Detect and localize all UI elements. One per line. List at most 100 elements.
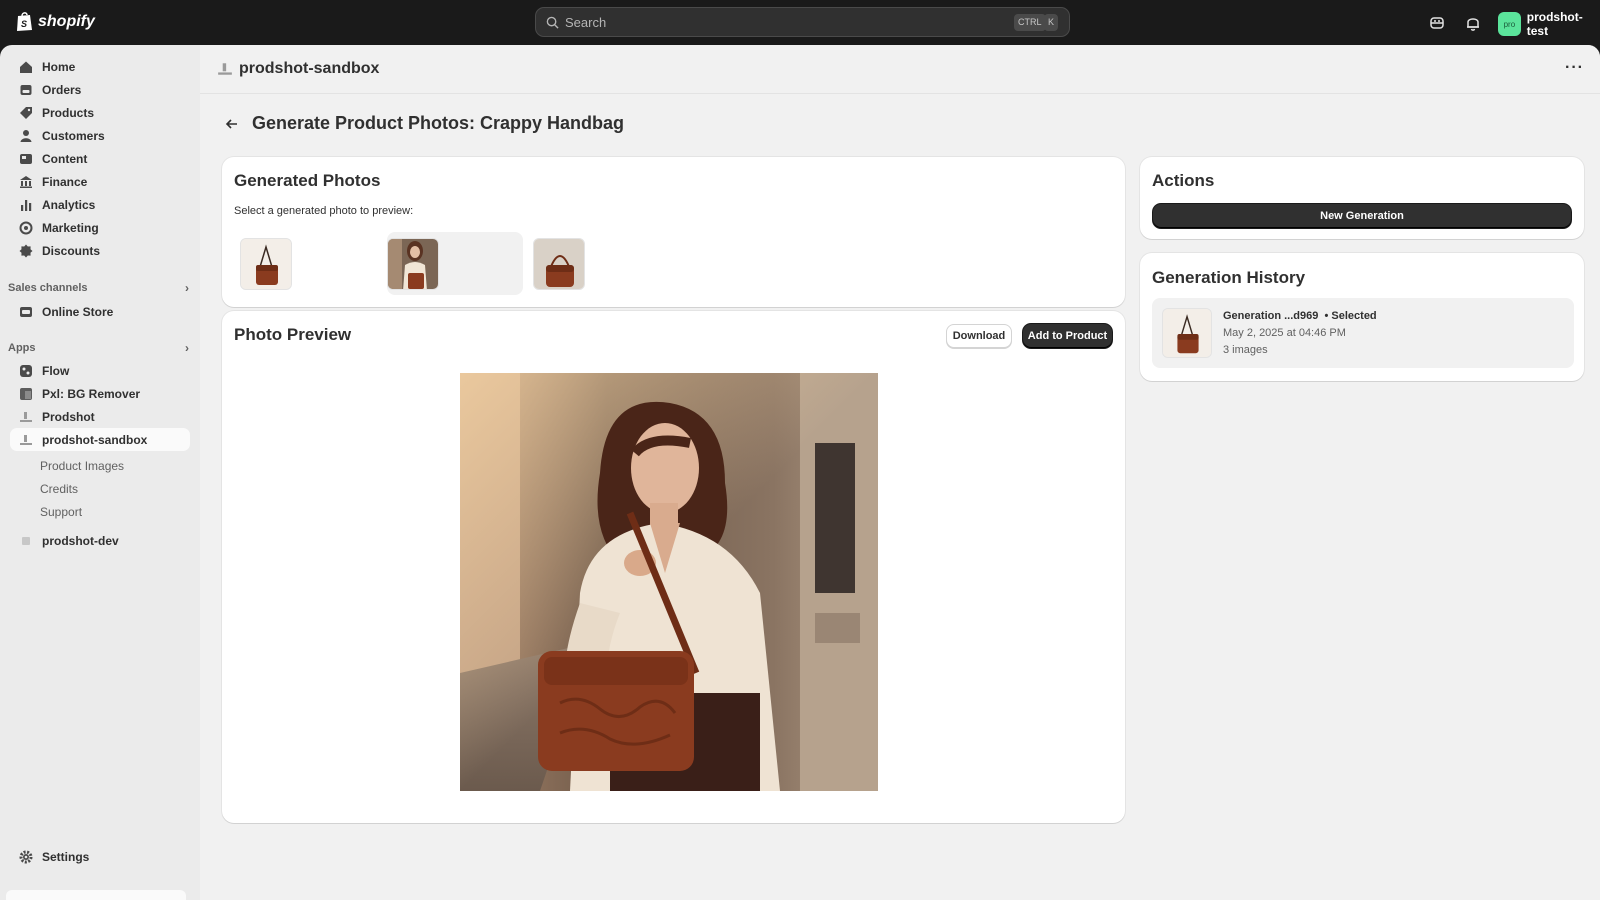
main-content: prodshot-sandbox ··· Generate Product Ph… — [200, 45, 1600, 900]
top-bar: S shopify Search CTRL K pro prodshot-tes… — [0, 0, 1600, 45]
history-entry-name: Generation ...d969 — [1223, 310, 1319, 322]
account-name: prodshot-test — [1526, 10, 1583, 38]
gear-icon — [19, 850, 33, 863]
target-icon — [19, 221, 33, 234]
orders-icon — [20, 84, 32, 95]
sidebar-item-orders[interactable]: Orders — [10, 78, 190, 101]
sidebar-item-content[interactable]: Content — [10, 147, 190, 170]
sidekick-icon[interactable] — [1427, 13, 1447, 33]
prodshot-icon — [20, 411, 32, 422]
sidebar-item-analytics[interactable]: Analytics — [10, 193, 190, 216]
sales-channels-label: Sales channels — [8, 282, 88, 294]
sidebar-item-products[interactable]: Products — [10, 101, 190, 124]
search-input[interactable]: Search CTRL K — [535, 7, 1070, 37]
sidebar-item-settings[interactable]: Settings — [10, 845, 190, 868]
sidebar-item-discounts[interactable]: Discounts — [10, 239, 190, 262]
sidebar-item-pxl-bg-remover[interactable]: Pxl: BG Remover — [10, 382, 190, 405]
history-entry-status: • Selected — [1324, 310, 1377, 322]
sidebar-item-label: Settings — [42, 849, 90, 864]
sidebar-item-customers[interactable]: Customers — [10, 124, 190, 147]
sidebar-item-label: Customers — [42, 128, 105, 143]
sidebar-subitem-product-images[interactable]: Product Images — [40, 459, 124, 473]
sidebar-item-label: Online Store — [42, 304, 114, 319]
actions-title: Actions — [1152, 171, 1215, 190]
sidebar-item-label: Home — [42, 59, 76, 74]
shortcut-ctrl: CTRL — [1014, 14, 1046, 31]
history-entry[interactable]: Generation ...d969 • Selected May 2, 202… — [1152, 298, 1574, 368]
avatar: pro — [1498, 12, 1521, 36]
sidebar-item-label: Orders — [42, 82, 82, 97]
photo-preview-title: Photo Preview — [234, 325, 352, 344]
prodshot-dev-icon — [22, 536, 30, 545]
sidebar: Home Orders Products Customers Content F… — [0, 45, 200, 900]
sidebar-item-label: Analytics — [42, 197, 96, 212]
sidebar-item-label: Flow — [42, 363, 70, 378]
sidebar-item-label: Products — [42, 105, 95, 120]
generation-history-card: Generation History Generation ...d969 • … — [1140, 253, 1584, 381]
add-to-product-button[interactable]: Add to Product — [1023, 324, 1112, 348]
tag-icon — [20, 106, 32, 119]
photo-preview-card: Photo Preview Download Add to Product — [222, 311, 1125, 823]
svg-text:S: S — [21, 19, 27, 29]
apps-label: Apps — [8, 342, 36, 354]
sidebar-item-marketing[interactable]: Marketing — [10, 216, 190, 239]
chevron-right-icon: › — [185, 341, 189, 355]
sidebar-item-prodshot-dev[interactable]: prodshot-dev — [10, 529, 190, 552]
actions-card: Actions New Generation — [1140, 157, 1584, 239]
home-icon — [20, 61, 32, 73]
bell-icon[interactable] — [1463, 13, 1483, 33]
history-entry-thumb — [1162, 308, 1212, 358]
search-placeholder: Search — [565, 14, 607, 30]
sidebar-item-label: prodshot-sandbox — [42, 432, 148, 447]
back-arrow-icon[interactable] — [222, 114, 242, 134]
sidebar-footer-card — [6, 890, 186, 900]
history-entry-title: Generation ...d969 • Selected — [1223, 310, 1377, 322]
sidebar-item-label: Discounts — [42, 243, 101, 258]
app-title-text: prodshot-sandbox — [239, 60, 380, 77]
generated-photos-instruction: Select a generated photo to preview: — [234, 205, 414, 217]
prodshot-sandbox-icon — [20, 434, 32, 445]
sidebar-subitem-support[interactable]: Support — [40, 505, 82, 519]
brand-name: shopify — [38, 12, 95, 30]
search-icon — [546, 16, 559, 29]
sidebar-item-online-store[interactable]: Online Store — [10, 300, 190, 323]
sidebar-subitem-credits[interactable]: Credits — [40, 482, 78, 496]
generation-history-title: Generation History — [1152, 268, 1306, 287]
generated-photo-thumb-3[interactable] — [533, 238, 585, 290]
sidebar-item-finance[interactable]: Finance — [10, 170, 190, 193]
apps-header[interactable]: Apps › — [8, 341, 189, 355]
person-icon — [20, 129, 32, 142]
store-icon — [20, 306, 32, 317]
sidebar-item-label: Pxl: BG Remover — [42, 386, 141, 401]
shopify-logo[interactable]: S shopify — [16, 11, 95, 32]
account-menu[interactable]: pro prodshot-test — [1498, 10, 1600, 38]
app-header: prodshot-sandbox ··· — [200, 45, 1600, 94]
app-title: prodshot-sandbox — [217, 60, 379, 78]
sidebar-item-label: Marketing — [42, 220, 99, 235]
generated-photo-thumb-1[interactable] — [240, 238, 292, 290]
preview-image — [460, 373, 878, 791]
sidebar-item-label: Prodshot — [42, 409, 95, 424]
bg-remover-icon — [20, 387, 32, 400]
page-title: Generate Product Photos: Crappy Handbag — [252, 113, 625, 133]
sidebar-item-label: prodshot-dev — [42, 533, 119, 548]
content-icon — [20, 153, 32, 164]
history-entry-count: 3 images — [1223, 344, 1268, 356]
bank-icon — [20, 175, 32, 188]
chart-icon — [21, 199, 32, 211]
history-entry-date: May 2, 2025 at 04:46 PM — [1223, 327, 1346, 339]
more-actions-icon[interactable]: ··· — [1565, 59, 1584, 77]
prodshot-app-icon — [218, 63, 232, 75]
sidebar-item-prodshot-sandbox[interactable]: prodshot-sandbox — [10, 428, 190, 451]
sidebar-item-prodshot[interactable]: Prodshot — [10, 405, 190, 428]
generated-photo-thumb-2[interactable] — [387, 238, 439, 290]
sales-channels-header[interactable]: Sales channels › — [8, 281, 189, 295]
sidebar-item-home[interactable]: Home — [10, 55, 190, 78]
download-button[interactable]: Download — [946, 324, 1012, 348]
shortcut-k: K — [1044, 14, 1059, 31]
generated-photos-card: Generated Photos Select a generated phot… — [222, 157, 1125, 307]
chevron-right-icon: › — [185, 281, 189, 295]
generated-photos-title: Generated Photos — [234, 171, 381, 190]
sidebar-item-flow[interactable]: Flow — [10, 359, 190, 382]
new-generation-button[interactable]: New Generation — [1153, 204, 1571, 228]
